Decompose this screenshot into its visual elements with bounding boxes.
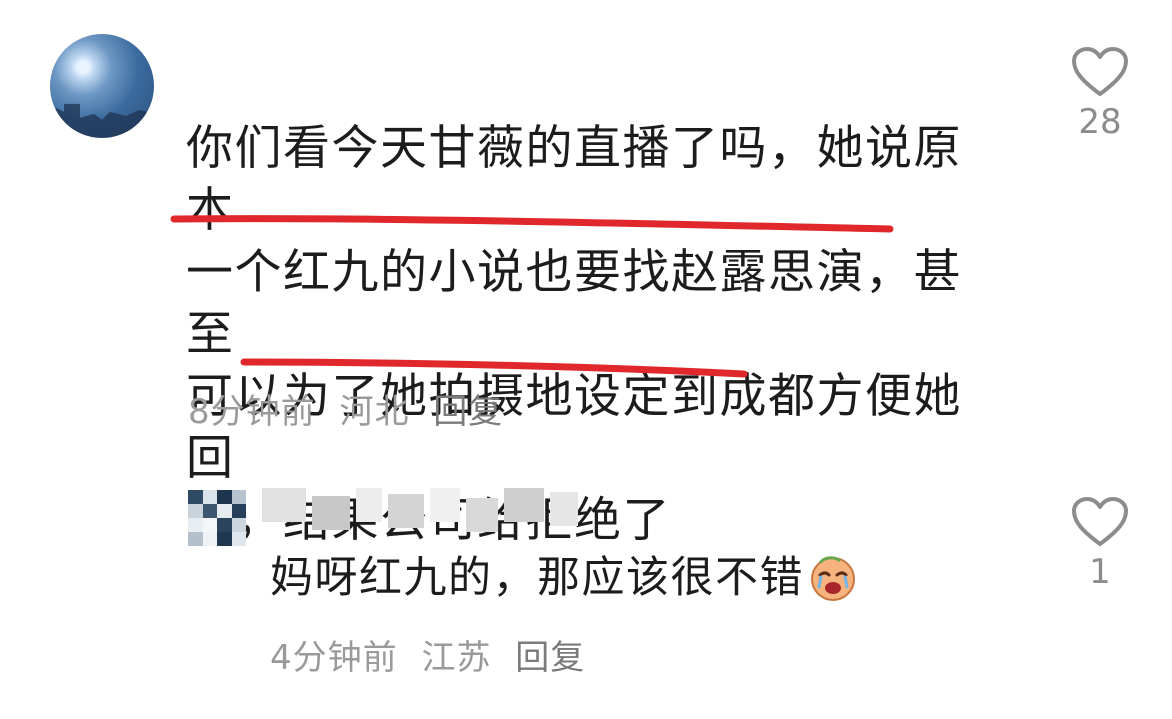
reply-like-count: 1 bbox=[1089, 552, 1111, 592]
reply-meta: 4分钟前 江苏 回复 bbox=[270, 630, 597, 679]
like-button[interactable]: 28 bbox=[1065, 46, 1135, 142]
comment-meta: 8分钟前 河北 回复 bbox=[188, 384, 515, 433]
building-silhouette-icon bbox=[50, 104, 154, 138]
reply-like-button[interactable]: 1 bbox=[1065, 496, 1135, 592]
heart-icon bbox=[1072, 47, 1128, 96]
reply-location: 江苏 bbox=[421, 638, 492, 678]
commenter-avatar[interactable] bbox=[50, 34, 154, 138]
reply-reply-button[interactable]: 回复 bbox=[515, 638, 585, 678]
comment-body: 你们看今天甘薇的直播了吗，她说原本 一个红九的小说也要找赵露思演，甚至 可以为了… bbox=[186, 118, 986, 552]
comment-time: 8分钟前 bbox=[188, 392, 316, 432]
comment-location: 河北 bbox=[339, 392, 410, 432]
comment-line: 一个红九的小说也要找赵露思演，甚至 bbox=[186, 245, 962, 362]
comment-thread: 你们看今天甘薇的直播了吗，她说原本 一个红九的小说也要找赵露思演，甚至 可以为了… bbox=[0, 0, 1172, 719]
reply-username-pixelated[interactable] bbox=[262, 488, 592, 532]
reply-button[interactable]: 回复 bbox=[433, 392, 503, 432]
reply-time: 4分钟前 bbox=[270, 638, 398, 678]
crying-face-emoji-icon bbox=[811, 556, 855, 601]
reply-body: 妈呀红九的，那应该很不错 bbox=[270, 548, 858, 608]
reply-text: 妈呀红九的，那应该很不错 bbox=[270, 553, 804, 603]
heart-icon bbox=[1072, 497, 1128, 546]
reply-avatar[interactable] bbox=[188, 490, 246, 546]
like-count: 28 bbox=[1078, 102, 1122, 142]
comment-line: 你们看今天甘薇的直播了吗，她说原本 bbox=[186, 121, 962, 238]
